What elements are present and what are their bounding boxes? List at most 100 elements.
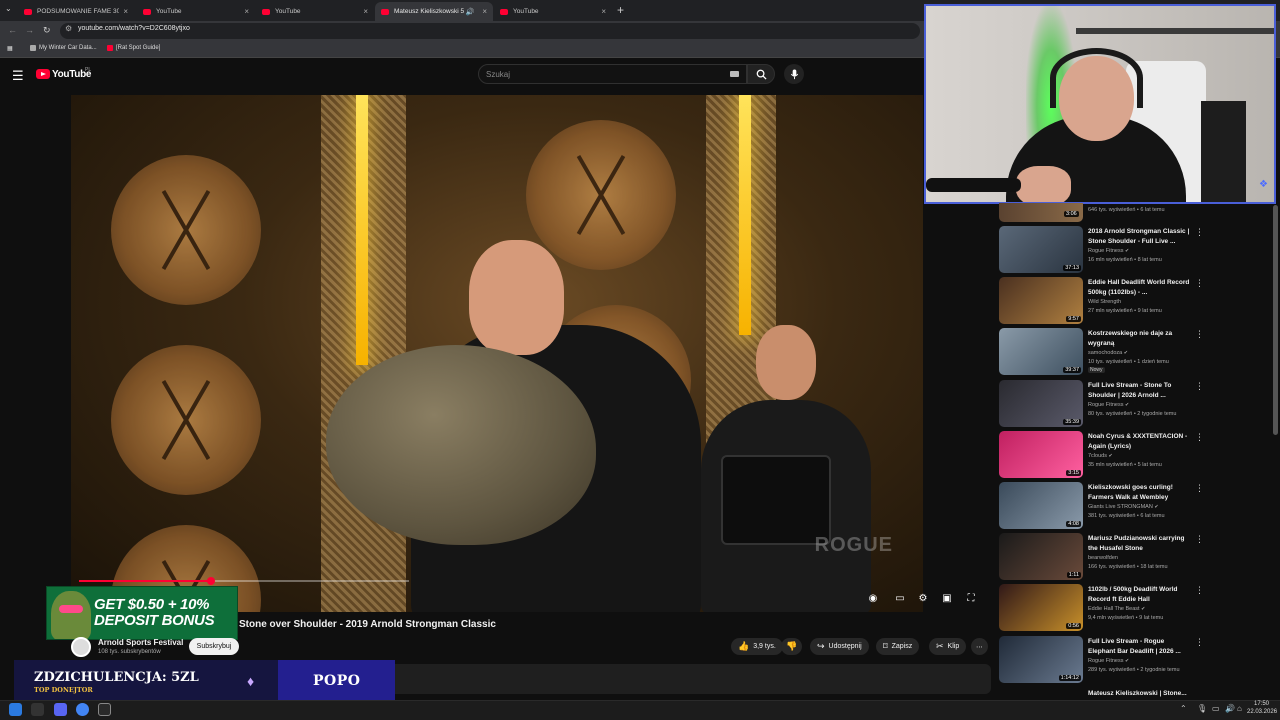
more-vertical-icon[interactable]: ⋮ (1195, 329, 1204, 340)
tray-chevron-icon[interactable]: ⌃ (1180, 704, 1187, 713)
recommendation-channel[interactable]: Eddie Hall The Beast ✔ (1088, 606, 1145, 612)
obs-icon[interactable] (98, 703, 111, 716)
recommendation-item[interactable]: 1:14:12 Full Live Stream - Rogue Elephan… (999, 636, 1204, 686)
like-button[interactable]: 👍 3,9 tys. (731, 638, 783, 655)
recommendation-thumbnail[interactable]: 35:39 (999, 380, 1083, 427)
recommendation-channel[interactable]: Rogue Fitness ✔ (1088, 248, 1129, 254)
more-vertical-icon[interactable]: ⋮ (1195, 227, 1204, 238)
recommendation-thumbnail[interactable]: 3:15 (999, 431, 1083, 478)
recommendation-thumbnail[interactable]: 37:13 (999, 226, 1083, 273)
miniplayer-icon[interactable]: ▣ (940, 591, 954, 605)
autoplay-toggle-icon[interactable]: ◉ (866, 591, 880, 605)
recommendation-thumbnail[interactable]: 1:11 (999, 533, 1083, 580)
save-button[interactable]: ⌑ Zapisz (876, 638, 920, 655)
more-vertical-icon[interactable]: ⋮ (1195, 483, 1204, 494)
search-taskbar-icon[interactable] (31, 703, 44, 716)
recommendation-item[interactable]: 1:11 Mariusz Pudzianowski carrying the H… (999, 533, 1204, 583)
notification-icon[interactable]: ⌂ (1237, 704, 1242, 713)
fullscreen-icon[interactable]: ⛶ (964, 591, 978, 605)
clock-date[interactable]: 22.03.2026 (1247, 709, 1277, 715)
close-tab-icon[interactable]: × (482, 7, 487, 16)
audio-playing-icon[interactable]: 🔊 (466, 8, 475, 16)
recommendation-thumbnail[interactable]: 4:08 (999, 482, 1083, 529)
progress-scrubber-handle[interactable] (207, 577, 215, 585)
recommendation-item[interactable]: 4:08 Kieliszkowski goes curling! Farmers… (999, 482, 1204, 532)
recommendation-item[interactable]: 3:15 Noah Cyrus & XXXTENTACION - Again (… (999, 431, 1204, 481)
recommendation-title[interactable]: 1102lb / 500kg Deadlift World Record ft … (1088, 585, 1193, 605)
browser-tab[interactable]: PODSUMOWANIE FAME 30 (DO × (18, 2, 134, 21)
recommendation-item[interactable]: 0:56 1102lb / 500kg Deadlift World Recor… (999, 584, 1204, 634)
recommendation-channel[interactable]: Rogue Fitness ✔ (1088, 658, 1129, 664)
menu-icon[interactable]: ☰ (12, 68, 24, 84)
tab-search-icon[interactable]: ⌄ (5, 4, 12, 13)
recommendation-channel[interactable]: Rogue Fitness ✔ (1088, 402, 1129, 408)
browser-tab[interactable]: YouTube × (137, 2, 255, 21)
recommendation-title[interactable]: Full Live Stream - Stone To Shoulder | 2… (1088, 381, 1193, 401)
recommendation-item[interactable]: 35:39 Full Live Stream - Stone To Should… (999, 380, 1204, 430)
recommendation-channel[interactable]: bearwolfden (1088, 555, 1118, 561)
more-actions-button[interactable]: ⋯ (971, 638, 988, 655)
bookmark-item[interactable]: [Rat Spot Guide] (107, 45, 160, 51)
forward-icon[interactable]: → (25, 25, 34, 35)
recommendation-title[interactable]: Mateusz Kieliszkowski | Stone... (1088, 690, 1187, 697)
discord-icon[interactable] (54, 703, 67, 716)
chrome-icon[interactable] (76, 703, 89, 716)
recommendation-title[interactable]: 2018 Arnold Strongman Classic | Stone Sh… (1088, 227, 1193, 247)
keyboard-icon[interactable] (730, 71, 739, 77)
apps-grid-icon[interactable]: ▦ (7, 45, 13, 52)
recommendation-channel[interactable]: samochodoza ✔ (1088, 350, 1128, 356)
channel-avatar[interactable] (71, 637, 91, 657)
more-vertical-icon[interactable]: ⋮ (1195, 278, 1204, 289)
back-icon[interactable]: ← (8, 25, 17, 35)
new-tab-button[interactable]: + (617, 3, 624, 17)
recommendation-title[interactable]: Noah Cyrus & XXXTENTACION - Again (Lyric… (1088, 432, 1193, 452)
recommendation-item[interactable]: 37:13 2018 Arnold Strongman Classic | St… (999, 226, 1204, 276)
windows-start-icon[interactable] (9, 703, 22, 716)
youtube-logo-icon[interactable] (36, 69, 50, 79)
recommendation-channel[interactable]: Giants Live STRONGMAN ✔ (1088, 504, 1159, 510)
search-input[interactable] (478, 64, 747, 84)
more-vertical-icon[interactable]: ⋮ (1195, 637, 1204, 648)
subtitles-icon[interactable]: ▭ (893, 591, 907, 605)
channel-name[interactable]: Arnold Sports Festival (98, 638, 183, 647)
recommendation-thumbnail[interactable]: 0:56 (999, 584, 1083, 631)
recommendation-title[interactable]: Kieliszkowski goes curling! Farmers Walk… (1088, 483, 1193, 503)
recommendation-title[interactable]: Kostrzewskiego nie daje za wygraną (1088, 329, 1193, 349)
voice-search-button[interactable] (784, 64, 804, 84)
close-tab-icon[interactable]: × (123, 7, 128, 16)
more-vertical-icon[interactable]: ⋮ (1195, 534, 1204, 545)
clock-time[interactable]: 17:50 (1254, 701, 1269, 707)
bookmark-item[interactable]: My Winter Car Data... (30, 45, 97, 51)
recommendation-item[interactable]: 39:37 Kostrzewskiego nie daje za wygraną… (999, 328, 1204, 378)
address-bar-url[interactable]: youtube.com/watch?v=D2C608ytjxo (78, 25, 190, 32)
microphone-tray-icon[interactable]: 🎙 (1197, 704, 1207, 713)
close-tab-icon[interactable]: × (601, 7, 606, 16)
recommendation-channel[interactable]: 7clouds ✔ (1088, 453, 1113, 459)
recommendation-thumbnail[interactable]: 39:37 (999, 328, 1083, 375)
more-vertical-icon[interactable]: ⋮ (1195, 381, 1204, 392)
more-vertical-icon[interactable]: ⋮ (1195, 585, 1204, 596)
recommendation-title[interactable]: Eddie Hall Deadlift World Record 500kg (… (1088, 278, 1193, 298)
search-button[interactable] (747, 64, 775, 84)
recommendation-item[interactable]: 9:57 Eddie Hall Deadlift World Record 50… (999, 277, 1204, 327)
reload-icon[interactable]: ↻ (43, 25, 51, 36)
volume-icon[interactable]: 🔊 (1225, 704, 1235, 713)
close-tab-icon[interactable]: × (244, 7, 249, 16)
clip-button[interactable]: ✂ Klip (929, 638, 967, 655)
recommendation-title[interactable]: Mariusz Pudzianowski carrying the Husafe… (1088, 534, 1193, 554)
scrollbar[interactable] (1273, 205, 1278, 435)
browser-tab-active[interactable]: Mateusz Kieliszkowski 5 Re 🔊 × (375, 2, 493, 21)
browser-tab[interactable]: YouTube × (256, 2, 374, 21)
subscribe-button[interactable]: Subskrybuj (189, 638, 239, 655)
recommendation-channel[interactable]: Wild Strength (1088, 299, 1121, 305)
dislike-button[interactable]: 👎 (781, 638, 803, 655)
video-player[interactable]: ROGUE (71, 95, 923, 612)
browser-tab[interactable]: YouTube × (494, 2, 612, 21)
close-tab-icon[interactable]: × (363, 7, 368, 16)
site-info-icon[interactable]: ⚙ (65, 24, 72, 33)
share-button[interactable]: ↪ Udostępnij (810, 638, 869, 655)
more-vertical-icon[interactable]: ⋮ (1195, 432, 1204, 443)
recommendation-thumbnail[interactable]: 1:14:12 (999, 636, 1083, 683)
recommendation-title[interactable]: Full Live Stream - Rogue Elephant Bar De… (1088, 637, 1193, 657)
network-icon[interactable]: ▭ (1212, 704, 1220, 713)
